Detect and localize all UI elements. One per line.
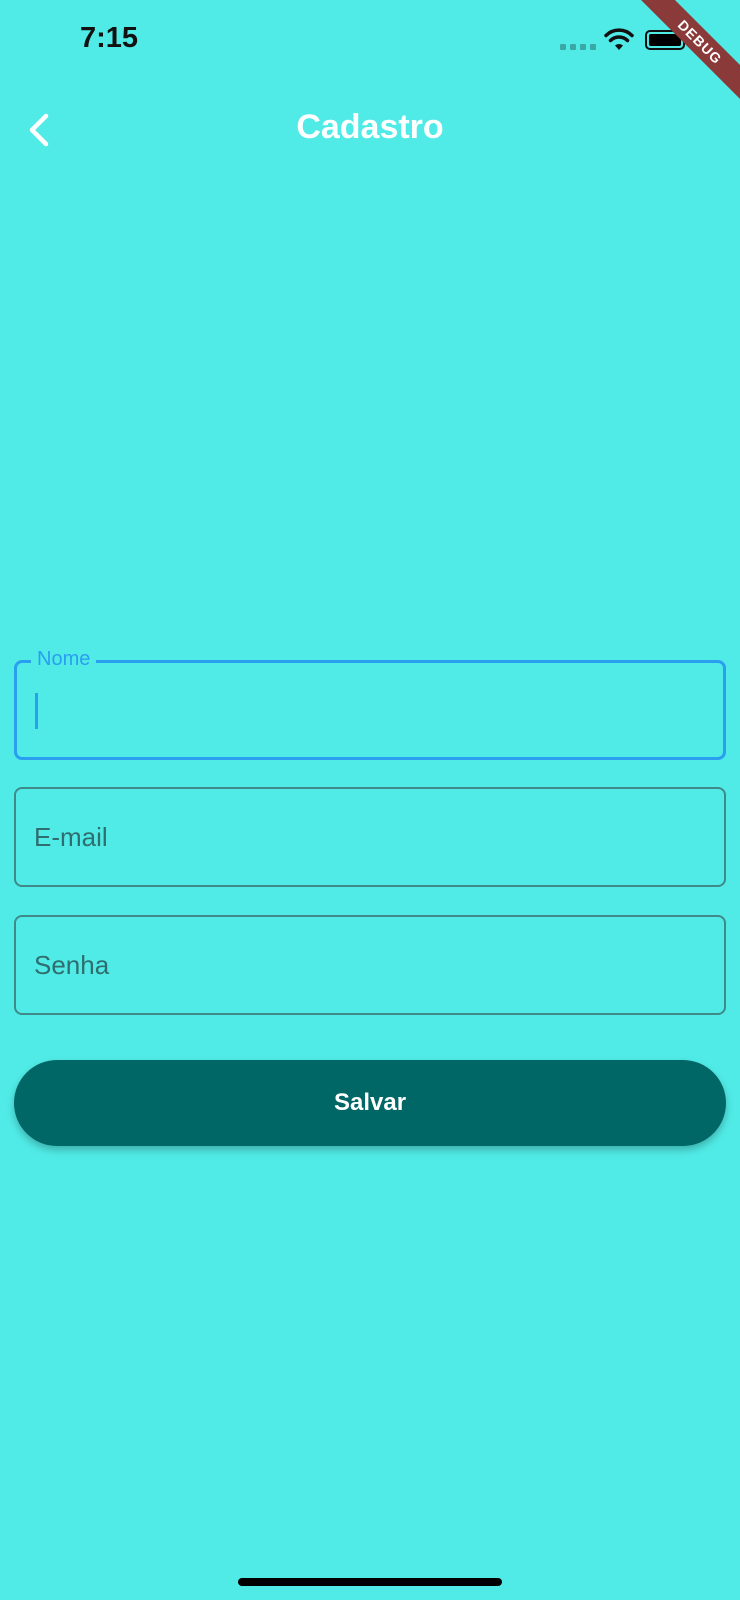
- name-field[interactable]: Nome: [14, 648, 726, 760]
- email-field[interactable]: [14, 787, 726, 887]
- password-input[interactable]: [34, 917, 704, 1013]
- password-field[interactable]: [14, 915, 726, 1015]
- page-title: Cadastro: [296, 108, 444, 146]
- app-bar: Cadastro: [0, 88, 740, 174]
- name-input[interactable]: [35, 663, 705, 757]
- save-button[interactable]: Salvar: [14, 1060, 726, 1146]
- wifi-icon: [604, 28, 634, 57]
- home-indicator: [238, 1578, 502, 1586]
- cellular-signal-icon: [560, 44, 596, 50]
- email-input[interactable]: [34, 789, 704, 885]
- status-bar: 7:15: [0, 0, 740, 88]
- status-time: 7:15: [80, 22, 139, 54]
